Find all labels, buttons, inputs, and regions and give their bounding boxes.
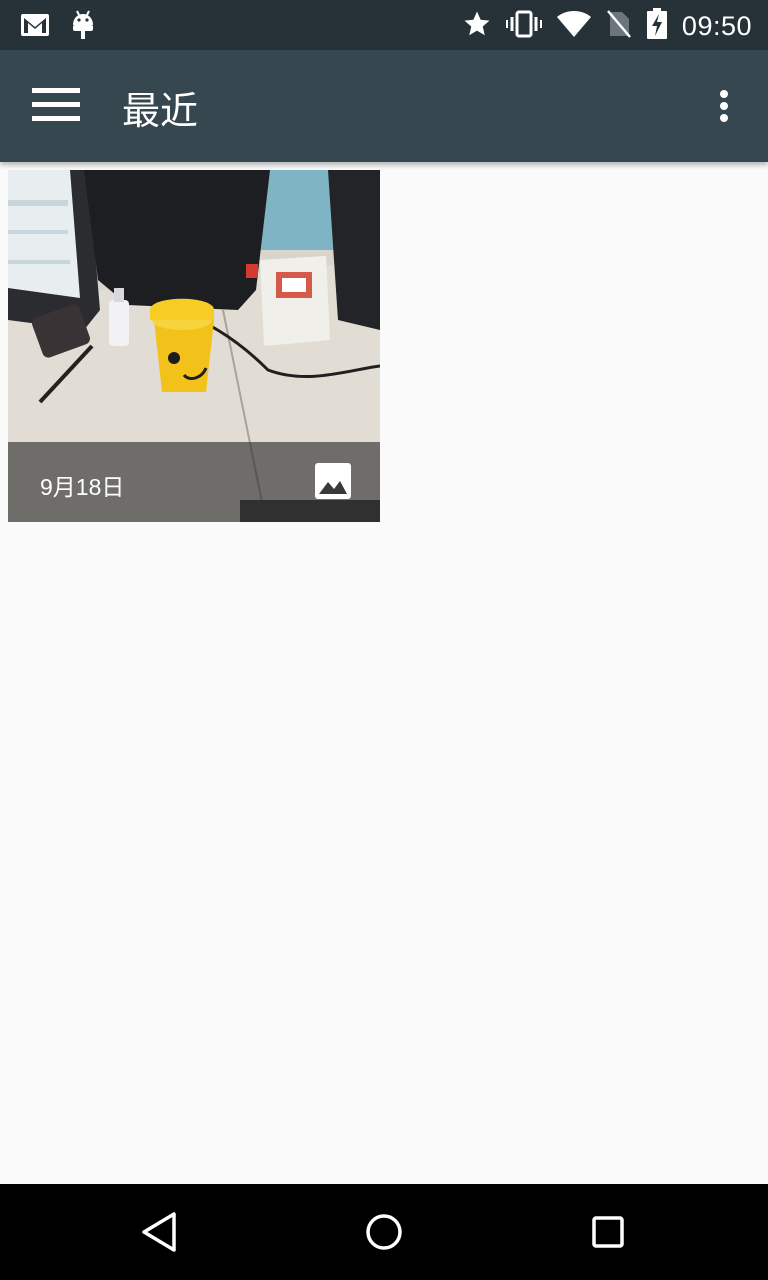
recents-icon[interactable]	[586, 1210, 630, 1254]
star-icon	[462, 9, 492, 43]
more-vert-icon[interactable]	[708, 82, 740, 130]
page-title: 最近	[122, 89, 199, 133]
image-icon	[314, 462, 352, 500]
no-sim-icon	[606, 9, 632, 43]
status-time: 09:50	[681, 10, 752, 41]
back-icon[interactable]	[138, 1210, 182, 1254]
app-bar: 最近	[0, 50, 768, 162]
status-bar: 09:50	[0, 0, 768, 50]
battery-charging-icon	[646, 8, 668, 44]
gmail-icon	[20, 12, 50, 42]
navigation-bar	[0, 1184, 768, 1280]
vibrate-icon	[505, 9, 542, 43]
photo-tile[interactable]: 9月18日	[8, 170, 380, 522]
wifi-icon	[556, 9, 592, 43]
android-debug-icon	[70, 9, 96, 45]
home-icon[interactable]	[362, 1210, 406, 1254]
hamburger-menu-icon[interactable]	[30, 88, 80, 124]
photo-date: 9月18日	[40, 474, 125, 500]
photo-caption-bar: 9月18日	[8, 442, 380, 522]
recent-grid: 9月18日	[0, 162, 768, 1184]
